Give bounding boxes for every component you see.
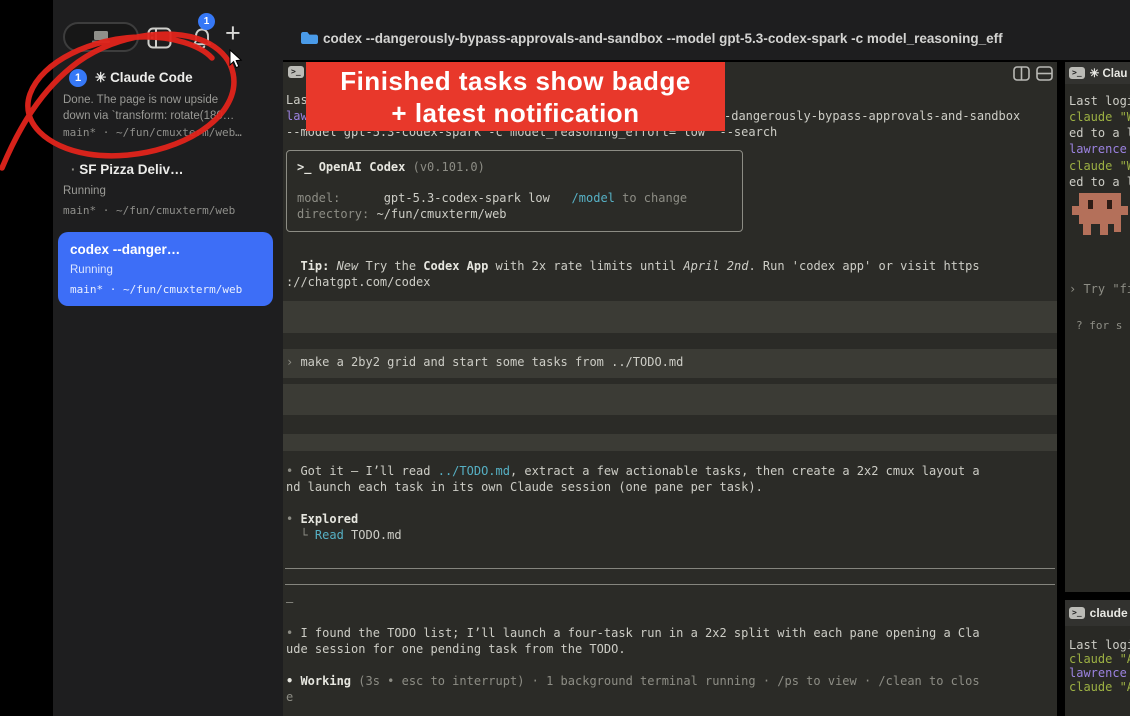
command-line-right: -dangerously-bypass-approvals-and-sandbo… <box>724 108 1020 124</box>
bell-icon[interactable] <box>190 26 214 51</box>
notification-preview-line1: Done. The page is now upside <box>63 94 218 106</box>
sidebar: 1 + 1 ✳ Claude Code Done. The page is no… <box>53 0 283 716</box>
pane-title: claude <box>1090 606 1128 620</box>
sidebar-toggle-icon[interactable] <box>147 27 172 49</box>
working-status-line: e <box>286 689 293 705</box>
claude-spark-icon: ✳ <box>95 70 110 85</box>
pane-header[interactable]: >_ claude <box>1065 600 1130 626</box>
shortcuts-hint-line: ? for s <box>1076 318 1122 334</box>
terminal-line: ed to a l <box>1069 174 1130 190</box>
session-title: codex --danger… <box>70 242 180 257</box>
terminal-line: claude "A <box>1069 652 1130 666</box>
assistant-line: nd launch each task in its own Claude se… <box>286 479 763 495</box>
sidebar-item-sf-pizza[interactable]: · SF Pizza Deliv… Running main* · ~/fun/… <box>53 155 283 221</box>
terminal-line: Last logi <box>1069 93 1130 109</box>
session-title: · SF Pizza Deliv… <box>71 162 184 177</box>
explored-read-line: └ Read TODO.md <box>286 527 402 543</box>
login-line: Las <box>286 92 308 108</box>
terminal-line: ed to a l <box>1069 125 1130 141</box>
working-status-line: • Working (3s • esc to interrupt) · 1 ba… <box>286 673 980 689</box>
composer-band[interactable] <box>283 301 1057 333</box>
assistant-line: • Got it — I’ll read ../TODO.md, extract… <box>286 463 980 479</box>
terminal-badge-icon: >_ <box>1069 67 1085 79</box>
session-meta: main* · ~/fun/cmuxterm/web <box>70 283 242 296</box>
session-meta: main* · ~/fun/cmuxterm/web… <box>63 126 242 139</box>
explored-header: • Explored <box>286 511 358 527</box>
user-input-line: › make a 2by2 grid and start some tasks … <box>286 354 683 370</box>
terminal-line: claude "W <box>1069 158 1130 174</box>
notification-preview-line2: down via `transform: rotate(180… <box>63 110 234 122</box>
right-top-terminal-pane: >_ ✳ Clau Last logi claude "W ed to a l … <box>1065 62 1130 592</box>
terminal-line: claude "W <box>1069 109 1130 125</box>
bullet-icon: · <box>71 162 79 177</box>
terminal-line: lawrence <box>1069 666 1127 680</box>
split-vertical-icon[interactable] <box>1013 66 1030 81</box>
claude-mascot <box>1072 190 1128 240</box>
titlebar: codex --dangerously-bypass-approvals-and… <box>283 0 1130 60</box>
terminal-badge-icon: >_ <box>288 66 304 78</box>
divider <box>285 584 1055 585</box>
divider <box>285 568 1055 569</box>
pane-header[interactable]: >_ ✳ Clau <box>1065 62 1130 84</box>
laptop-icon <box>89 29 113 45</box>
window-title: codex --dangerously-bypass-approvals-and… <box>323 31 1003 46</box>
codex-directory-line: directory: ~/fun/cmuxterm/web <box>297 206 507 222</box>
tip-line-2: ://chatgpt.com/codex <box>286 274 431 290</box>
codex-model-line: model: gpt-5.3-codex-spark low /model to… <box>297 190 687 206</box>
composer-band[interactable] <box>283 434 1057 451</box>
split-horizontal-icon[interactable] <box>1036 66 1053 81</box>
command-line-2: --model gpt-5.3-codex-spark -c model_rea… <box>286 124 777 140</box>
session-status: Running <box>63 185 106 197</box>
new-session-button[interactable]: + <box>225 18 241 49</box>
terminal-line: claude "A <box>1069 680 1130 694</box>
session-meta: main* · ~/fun/cmuxterm/web <box>63 204 235 217</box>
terminal-line: Last logi <box>1069 638 1130 652</box>
folder-icon <box>300 31 319 45</box>
session-title: ✳ Claude Code <box>95 70 193 86</box>
sidebar-item-claude-code[interactable]: 1 ✳ Claude Code Done. The page is now up… <box>53 60 283 146</box>
notification-badge: 1 <box>198 13 215 30</box>
dash-line: — <box>286 594 293 610</box>
main-terminal-pane: >_ Las law -dangerously-bypass-approvals… <box>283 62 1057 716</box>
codex-box-header: >_ OpenAI Codex (v0.101.0) <box>297 159 485 175</box>
command-line-left: law <box>286 108 308 124</box>
codex-welcome-box: >_ OpenAI Codex (v0.101.0) model: gpt-5.… <box>286 150 743 232</box>
sidebar-item-codex-selected[interactable]: codex --danger… Running main* · ~/fun/cm… <box>58 232 273 306</box>
assistant-line: • I found the TODO list; I’ll launch a f… <box>286 625 980 641</box>
tip-line: Tip: New Try the Codex App with 2x rate … <box>286 258 980 274</box>
composer-band[interactable] <box>283 384 1057 415</box>
session-status: Running <box>70 264 113 276</box>
active-tab-pill[interactable] <box>63 22 139 52</box>
right-bottom-terminal-pane: >_ claude Last logi claude "A lawrence c… <box>1065 600 1130 716</box>
terminal-badge-icon: >_ <box>1069 607 1085 619</box>
pane-title: ✳ Clau <box>1090 66 1128 80</box>
terminal-line: lawrence <box>1069 141 1127 157</box>
finished-badge: 1 <box>69 69 87 87</box>
assistant-line: ude session for one pending task from th… <box>286 641 626 657</box>
try-suggestion-line: › Try "fi <box>1069 281 1130 297</box>
